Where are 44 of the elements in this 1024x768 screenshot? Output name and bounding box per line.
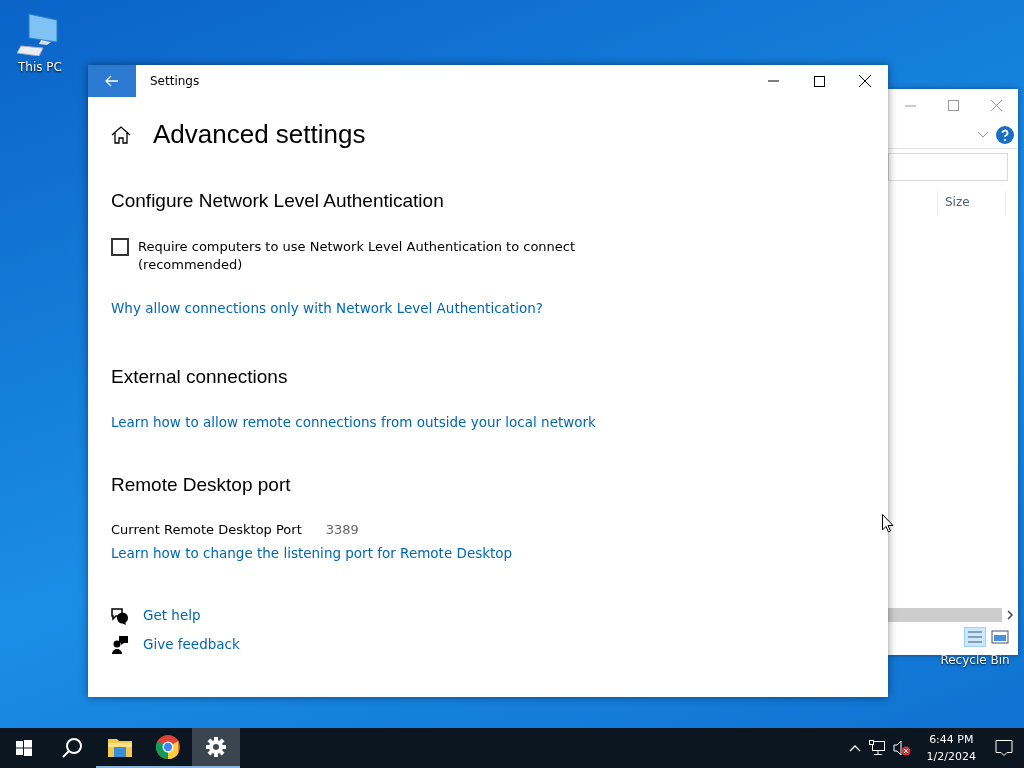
browser-icon[interactable] xyxy=(156,735,180,759)
section-heading: Configure Network Level Authentication xyxy=(111,190,445,212)
maximize-icon xyxy=(813,75,825,87)
gear-icon[interactable] xyxy=(206,737,226,757)
clock-time[interactable]: 6:44 PM xyxy=(929,731,974,748)
address-field[interactable] xyxy=(888,153,1008,181)
chat-bubbles-icon xyxy=(111,607,129,625)
clock-date[interactable]: 1/2/2024 xyxy=(926,748,976,765)
window-title: Settings xyxy=(150,74,201,88)
taskbar-button[interactable] xyxy=(192,728,240,768)
link[interactable]: Why allow connections only with Network Level Authentication? xyxy=(111,300,543,316)
link[interactable]: Learn how to change the listening port for Remote Desktop xyxy=(111,545,513,561)
home-icon[interactable] xyxy=(111,125,131,144)
link[interactable]: Learn how to allow remote connections from outside your local network xyxy=(111,414,596,430)
back-arrow-icon xyxy=(105,75,119,87)
section-heading: Remote Desktop port xyxy=(111,474,292,496)
thumbnail-view-icon[interactable] xyxy=(990,627,1010,647)
chevron-down-icon[interactable] xyxy=(978,131,988,138)
section-heading: External connections xyxy=(111,366,289,388)
folder-icon[interactable] xyxy=(108,737,132,757)
checkbox-label[interactable]: Require computers to use Network Level Authentication to connect (recommended) xyxy=(138,238,578,274)
close-icon[interactable] xyxy=(991,99,1002,111)
network-icon[interactable] xyxy=(868,740,885,756)
chevron-up-icon[interactable] xyxy=(848,744,861,752)
help-link[interactable]: Give feedback xyxy=(143,636,240,652)
scrollbar-thumb[interactable] xyxy=(888,608,1002,622)
desktop-icon-label[interactable]: Recycle Bin xyxy=(940,653,1010,667)
notification-icon[interactable] xyxy=(995,739,1013,757)
port-value: 3389 xyxy=(325,522,359,537)
person-feedback-icon xyxy=(111,636,129,654)
checkbox[interactable] xyxy=(111,238,129,256)
muted-speaker-icon[interactable] xyxy=(892,740,911,756)
help-icon[interactable] xyxy=(996,125,1014,144)
desktop-icon-label[interactable]: This PC xyxy=(18,60,62,74)
close-icon xyxy=(859,75,871,87)
port-label: Current Remote Desktop Port xyxy=(111,522,302,537)
page-title: Advanced settings xyxy=(153,119,366,150)
column-header[interactable]: Size xyxy=(937,191,1006,215)
maximize-icon[interactable] xyxy=(948,99,959,111)
search-icon[interactable] xyxy=(61,737,83,759)
windows-logo-icon[interactable] xyxy=(16,740,32,756)
minimize-icon xyxy=(767,80,779,82)
help-link[interactable]: Get help xyxy=(143,607,201,623)
back-button[interactable] xyxy=(88,65,136,97)
